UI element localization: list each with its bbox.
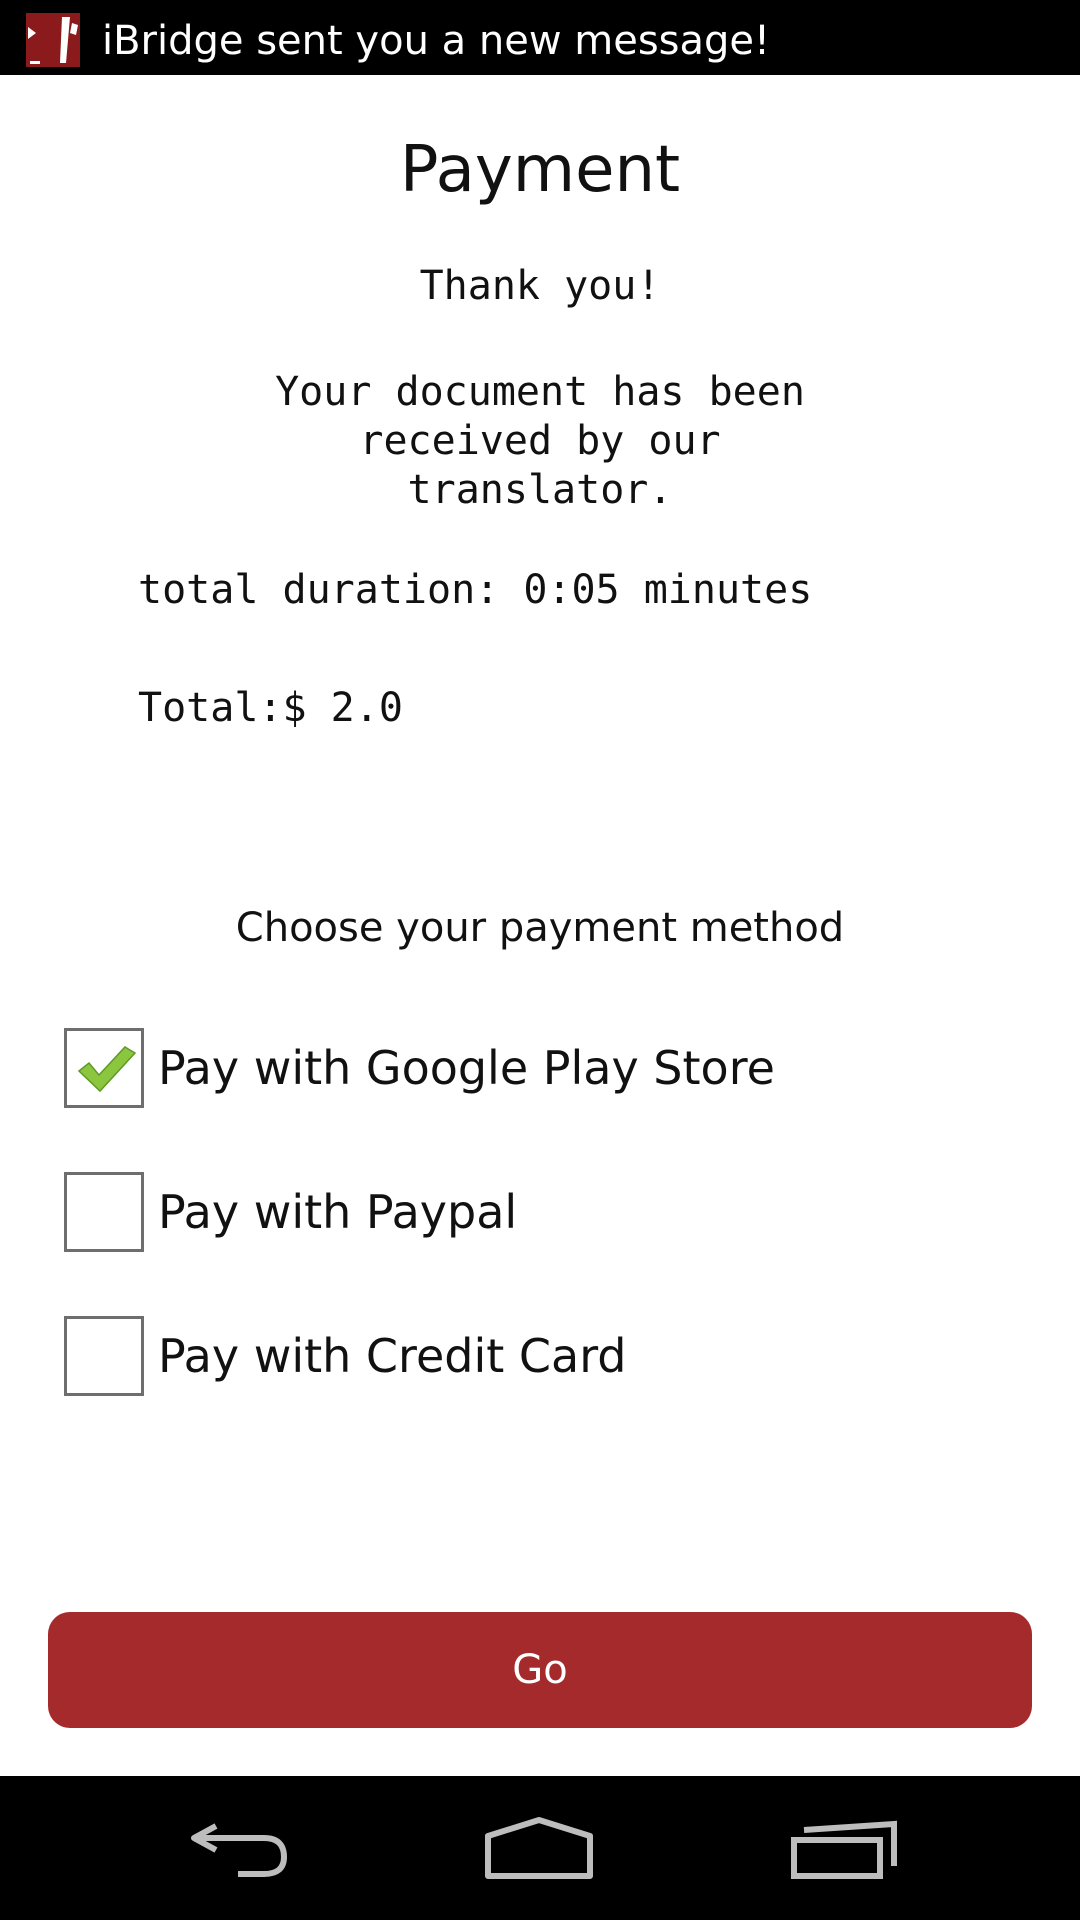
ibridge-app-icon (26, 13, 80, 67)
received-message: Your document has been received by our t… (275, 369, 805, 513)
option-credit-card[interactable]: Pay with Credit Card (64, 1314, 627, 1398)
page-title: Payment (399, 133, 681, 207)
total-text: Total:$ 2.0 (138, 685, 403, 731)
recent-apps-icon[interactable] (790, 1816, 900, 1886)
thank-you-text: Thank you! (419, 263, 661, 309)
status-bar: iBridge sent you a new message! (0, 0, 1080, 75)
home-icon[interactable] (484, 1816, 594, 1886)
back-icon[interactable] (186, 1816, 296, 1886)
notification-text: iBridge sent you a new message! (102, 18, 771, 64)
option-paypal[interactable]: Pay with Paypal (64, 1170, 517, 1254)
checkbox-paypal[interactable] (64, 1172, 144, 1252)
check-icon (77, 1046, 137, 1093)
checkbox-google-play[interactable] (64, 1028, 144, 1108)
option-label[interactable]: Pay with Credit Card (158, 1329, 627, 1383)
payment-method-label: Choose your payment method (235, 905, 845, 951)
option-label[interactable]: Pay with Google Play Store (158, 1041, 775, 1095)
go-button[interactable]: Go (48, 1612, 1032, 1728)
option-label[interactable]: Pay with Paypal (158, 1185, 517, 1239)
navigation-bar (0, 1776, 1080, 1920)
option-google-play[interactable]: Pay with Google Play Store (64, 1026, 775, 1110)
duration-text: total duration: 0:05 minutes (138, 567, 813, 613)
checkbox-credit-card[interactable] (64, 1316, 144, 1396)
